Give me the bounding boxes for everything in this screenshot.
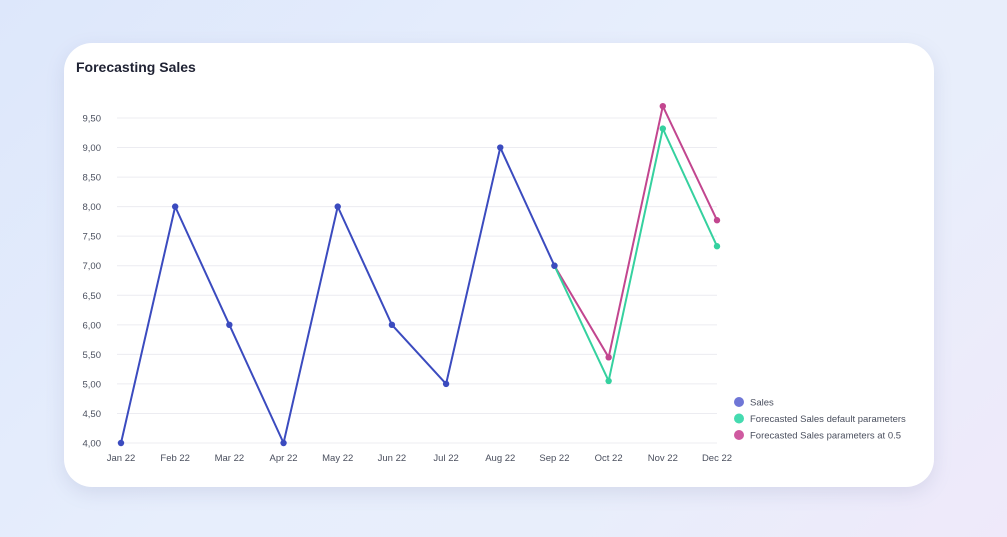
x-tick-label: Apr 22 (270, 453, 298, 464)
x-tick-label: Sep 22 (539, 453, 569, 464)
y-tick-label: 6,00 (83, 320, 102, 331)
x-tick-label: May 22 (322, 453, 353, 464)
legend-item[interactable]: Forecasted Sales default parameters (734, 413, 906, 426)
x-tick-label: Dec 22 (702, 453, 732, 464)
x-tick-label: Nov 22 (648, 453, 678, 464)
data-point[interactable] (605, 377, 612, 385)
x-tick-label: Oct 22 (595, 453, 623, 464)
data-point[interactable] (280, 439, 287, 447)
x-tick-label: Jan 22 (107, 453, 136, 464)
series-2 (551, 102, 721, 361)
legend-marker (734, 430, 744, 440)
data-point[interactable] (442, 380, 450, 388)
line-chart: 4,00 4,50 5,00 5,50 6,00 6,50 7,00 7,50 8,00 8,50… (83, 102, 906, 464)
series-lines (117, 102, 721, 447)
legend-item[interactable]: Sales (734, 397, 774, 409)
series-line (553, 127, 718, 382)
y-tick-label: 9,50 (83, 114, 102, 125)
data-point[interactable] (117, 439, 125, 447)
legend-item[interactable]: Forecasted Sales parameters at 0.5 (734, 430, 901, 442)
x-tick-label: Jun 22 (378, 453, 407, 464)
y-tick-label: 7,00 (83, 261, 102, 272)
legend-label: Sales (750, 398, 774, 409)
x-tick-label: Feb 22 (160, 453, 190, 464)
y-tick-label: 8,00 (83, 202, 102, 213)
x-axis-ticks: Jan 22 Feb 22 Mar 22 Apr 22 May 22 Jun 22 Jul … (107, 453, 732, 464)
y-tick-label: 6,50 (83, 291, 102, 302)
legend: Sales Forecasted Sales default parameters… (734, 397, 906, 442)
data-point[interactable] (226, 321, 233, 329)
legend-label: Forecasted Sales parameters at 0.5 (750, 431, 901, 442)
grid-lines (117, 117, 717, 444)
data-point[interactable] (659, 125, 667, 132)
y-tick-label: 5,50 (83, 350, 102, 361)
legend-marker (734, 413, 744, 424)
data-point[interactable] (659, 102, 667, 110)
x-tick-label: Aug 22 (485, 453, 515, 464)
chart-card: Forecasting Sales 4,00 4,50 5,00 5,50 6,00 6,… (64, 43, 934, 487)
data-point[interactable] (605, 354, 612, 361)
y-tick-label: 5,00 (83, 379, 102, 390)
x-tick-label: Jul 22 (433, 453, 458, 464)
legend-marker (734, 397, 744, 407)
y-tick-label: 8,50 (83, 173, 102, 184)
series-1 (551, 125, 721, 385)
x-tick-label: Mar 22 (215, 453, 245, 464)
data-point[interactable] (551, 262, 558, 269)
y-tick-label: 9,00 (83, 143, 102, 154)
data-point[interactable] (171, 203, 179, 210)
data-point[interactable] (497, 144, 504, 151)
y-tick-label: 4,50 (83, 409, 102, 420)
y-tick-label: 4,00 (83, 439, 102, 450)
y-axis-ticks: 4,00 4,50 5,00 5,50 6,00 6,50 7,00 7,50 8,00 8,50… (83, 114, 102, 450)
data-point[interactable] (713, 217, 721, 224)
y-tick-label: 7,50 (83, 232, 102, 243)
data-point[interactable] (334, 203, 341, 210)
legend-label: Forecasted Sales default parameters (750, 414, 906, 425)
data-point[interactable] (388, 321, 396, 329)
data-point[interactable] (713, 243, 721, 250)
